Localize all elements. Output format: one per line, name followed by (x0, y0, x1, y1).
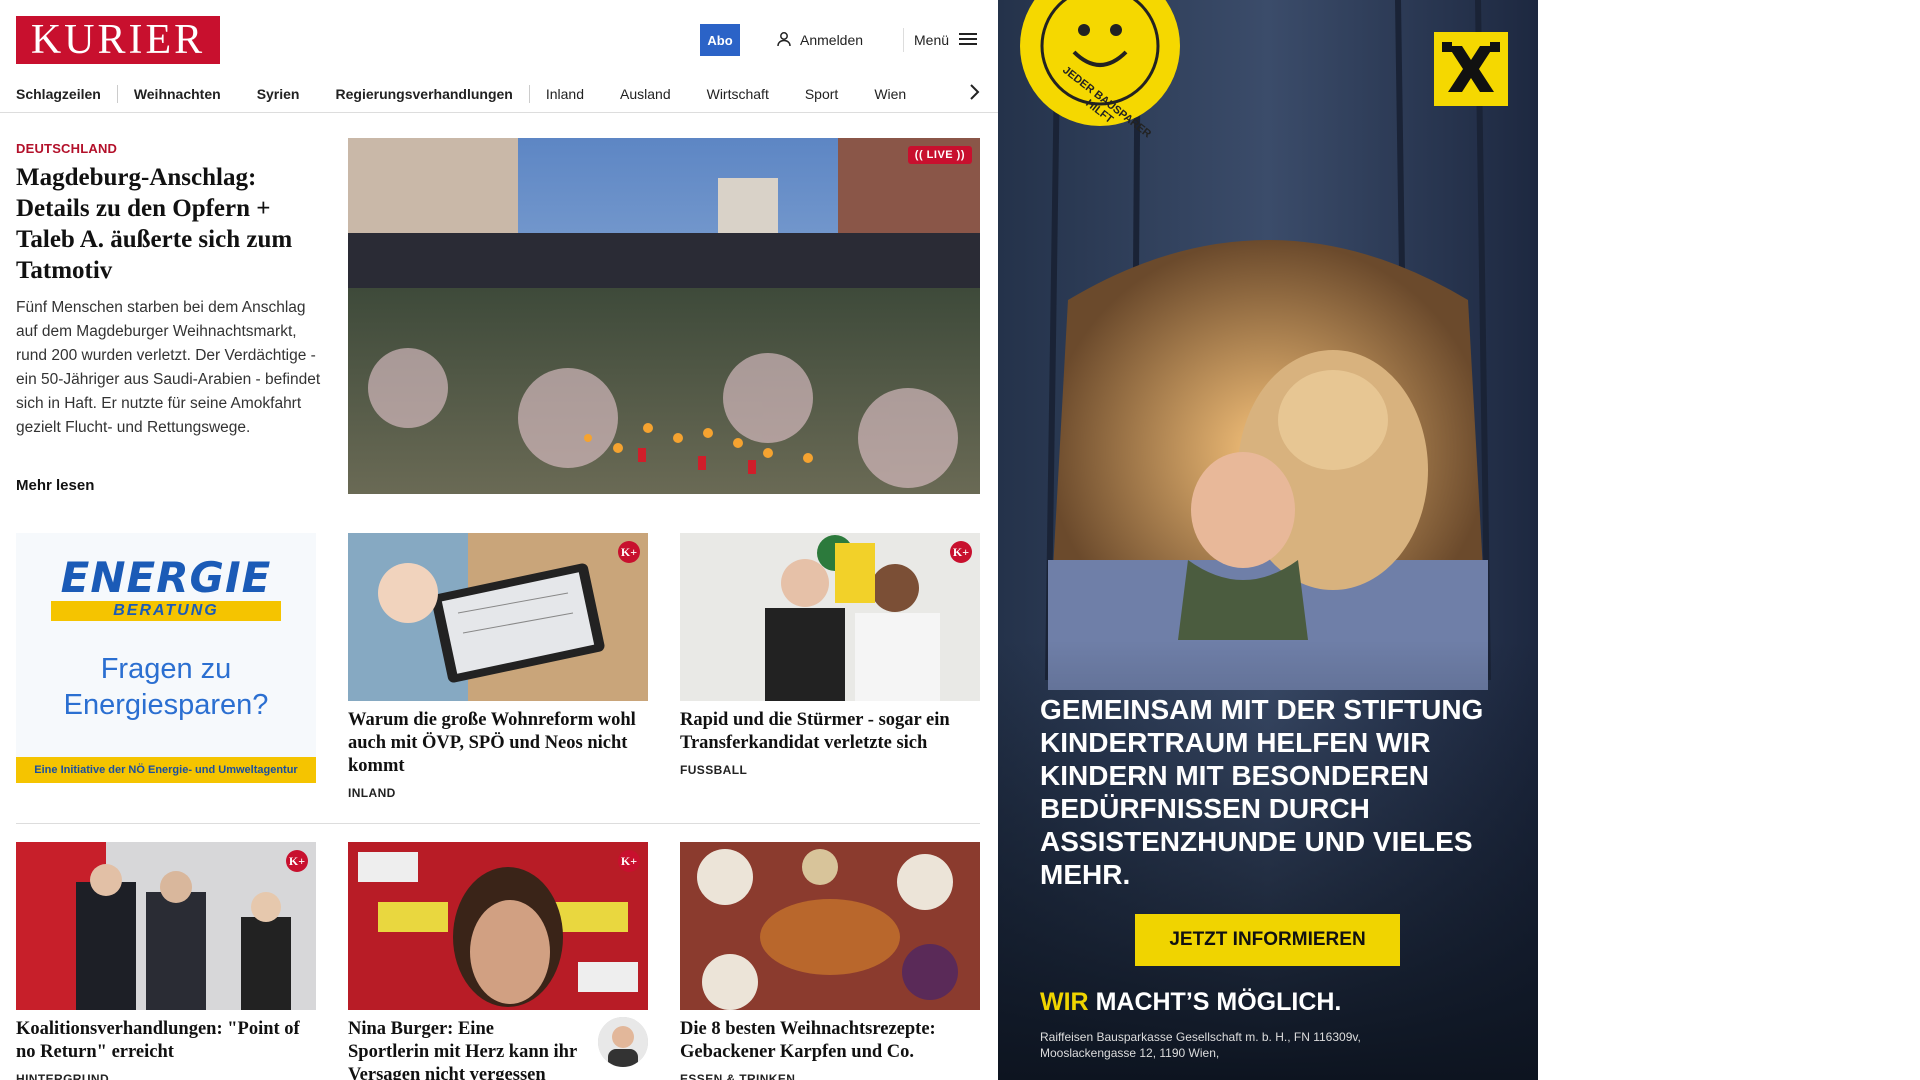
raiffeisen-logo-icon (1434, 32, 1508, 106)
article-image: K+ (16, 842, 316, 1010)
article-title[interactable]: Warum die große Wohnreform wohl auch mit… (348, 709, 648, 778)
article-title[interactable]: Rapid und die Stürmer - sogar ein Transf… (680, 709, 980, 755)
article-card[interactable]: Die 8 besten Weihnachtsrezepte: Gebacken… (680, 842, 980, 1080)
nav-divider (116, 84, 118, 103)
lead-title[interactable]: Magdeburg-Anschlag: Details zu den Opfer… (16, 162, 321, 286)
menu-divider (903, 28, 904, 52)
login-label: Anmelden (800, 32, 864, 48)
article-tag[interactable]: ESSEN & TRINKEN (680, 1072, 980, 1080)
live-badge: (( LIVE )) (907, 146, 972, 164)
menu-button[interactable]: Menü (914, 28, 978, 52)
ad-slogan-wir: WIR (1040, 988, 1089, 1016)
jetzt-informieren-button[interactable]: JETZT INFORMIEREN (1135, 914, 1400, 966)
article-image: K+ (680, 533, 980, 701)
read-more-link[interactable]: Mehr lesen (16, 477, 94, 494)
nav-item-weihnachten[interactable]: Weihnachten (134, 86, 221, 102)
page-background (1538, 0, 1920, 1080)
ad-legal-text: Raiffeisen Bausparkasse Gesellschaft m. … (1040, 1030, 1361, 1060)
nav-item-inland[interactable]: Inland (546, 86, 584, 102)
article-tag[interactable]: FUSSBALL (680, 763, 980, 777)
kurier-logo[interactable]: KURIER (16, 16, 220, 64)
kplus-badge: K+ (618, 541, 640, 563)
article-title[interactable]: Die 8 besten Weihnachtsrezepte: Gebacken… (680, 1018, 980, 1064)
ad-slogan: WIR MACHT’S MÖGLICH. (1040, 988, 1341, 1017)
ad-headline: GEMEINSAM MIT DER STIFTUNG KINDERTRAUM H… (1040, 694, 1484, 890)
abo-button[interactable]: Abo (700, 24, 740, 56)
header: KURIER Abo Anmelden Menü (0, 0, 998, 75)
article-tag[interactable]: HINTERGRUND (16, 1072, 316, 1080)
energie-question: Fragen zu Energiesparen? (63, 653, 269, 721)
article-image: K+ (348, 842, 648, 1010)
section-nav-list: Schlagzeilen Weihnachten Syrien Regierun… (16, 75, 906, 112)
hamburger-icon (959, 32, 978, 49)
kplus-badge: K+ (286, 850, 308, 872)
article-title[interactable]: Nina Burger: Eine Sportlerin mit Herz ka… (348, 1018, 578, 1080)
nav-item-sport[interactable]: Sport (805, 86, 838, 102)
author-avatar[interactable] (598, 1017, 648, 1067)
kplus-badge: K+ (950, 541, 972, 563)
lead-image[interactable]: (( LIVE )) (348, 138, 980, 494)
ad-slogan-rest: MACHT’S MÖGLICH. (1095, 988, 1342, 1016)
kurier-site: KURIER Abo Anmelden Menü Schlagzeilen We… (0, 0, 998, 1080)
login-link[interactable]: Anmelden (776, 28, 863, 52)
chevron-right-icon (969, 83, 981, 106)
kplus-badge: K+ (618, 850, 640, 872)
energie-beratung-ad[interactable]: ENERGIE BERATUNG Fragen zu Energiesparen… (16, 533, 316, 783)
nav-item-wirtschaft[interactable]: Wirtschaft (707, 86, 769, 102)
article-image: K+ (348, 533, 648, 701)
lead-teaser: Fünf Menschen starben bei dem Anschlag a… (16, 299, 321, 436)
article-card[interactable]: K+ Warum die große Wohnreform wohl auch … (348, 533, 648, 800)
menu-label: Menü (914, 32, 950, 48)
nav-item-syrien[interactable]: Syrien (257, 86, 300, 102)
nav-divider (528, 84, 530, 103)
article-tag[interactable]: INLAND (348, 786, 648, 800)
nav-item-ausland[interactable]: Ausland (620, 86, 671, 102)
nav-item-wien[interactable]: Wien (874, 86, 906, 102)
lead-kicker: DEUTSCHLAND (16, 141, 118, 156)
article-card[interactable]: K+ Koalitionsverhandlungen: "Point of no… (16, 842, 316, 1080)
raiffeisen-ad[interactable]: JEDER BAUSPARER HILFT GEMEINSAM MIT DER … (998, 0, 1538, 1080)
article-image (680, 842, 980, 1010)
section-nav: Schlagzeilen Weihnachten Syrien Regierun… (0, 75, 998, 113)
article-card[interactable]: K+ Rapid und die Stürmer - sogar ein Tra… (680, 533, 980, 777)
article-title[interactable]: Koalitionsverhandlungen: "Point of no Re… (16, 1018, 316, 1064)
nav-next-arrow[interactable] (960, 79, 990, 109)
nav-item-regierungsverhandlungen[interactable]: Regierungsverhandlungen (336, 86, 513, 102)
user-icon (776, 31, 792, 50)
energie-logo-sub: BERATUNG (51, 601, 281, 621)
nav-item-schlagzeilen[interactable]: Schlagzeilen (16, 86, 101, 102)
memorial-photo (348, 138, 980, 494)
row-divider (16, 823, 980, 824)
energie-footer: Eine Initiative der NÖ Energie- und Umwe… (16, 757, 316, 783)
energie-logo: ENERGIE (60, 553, 272, 602)
